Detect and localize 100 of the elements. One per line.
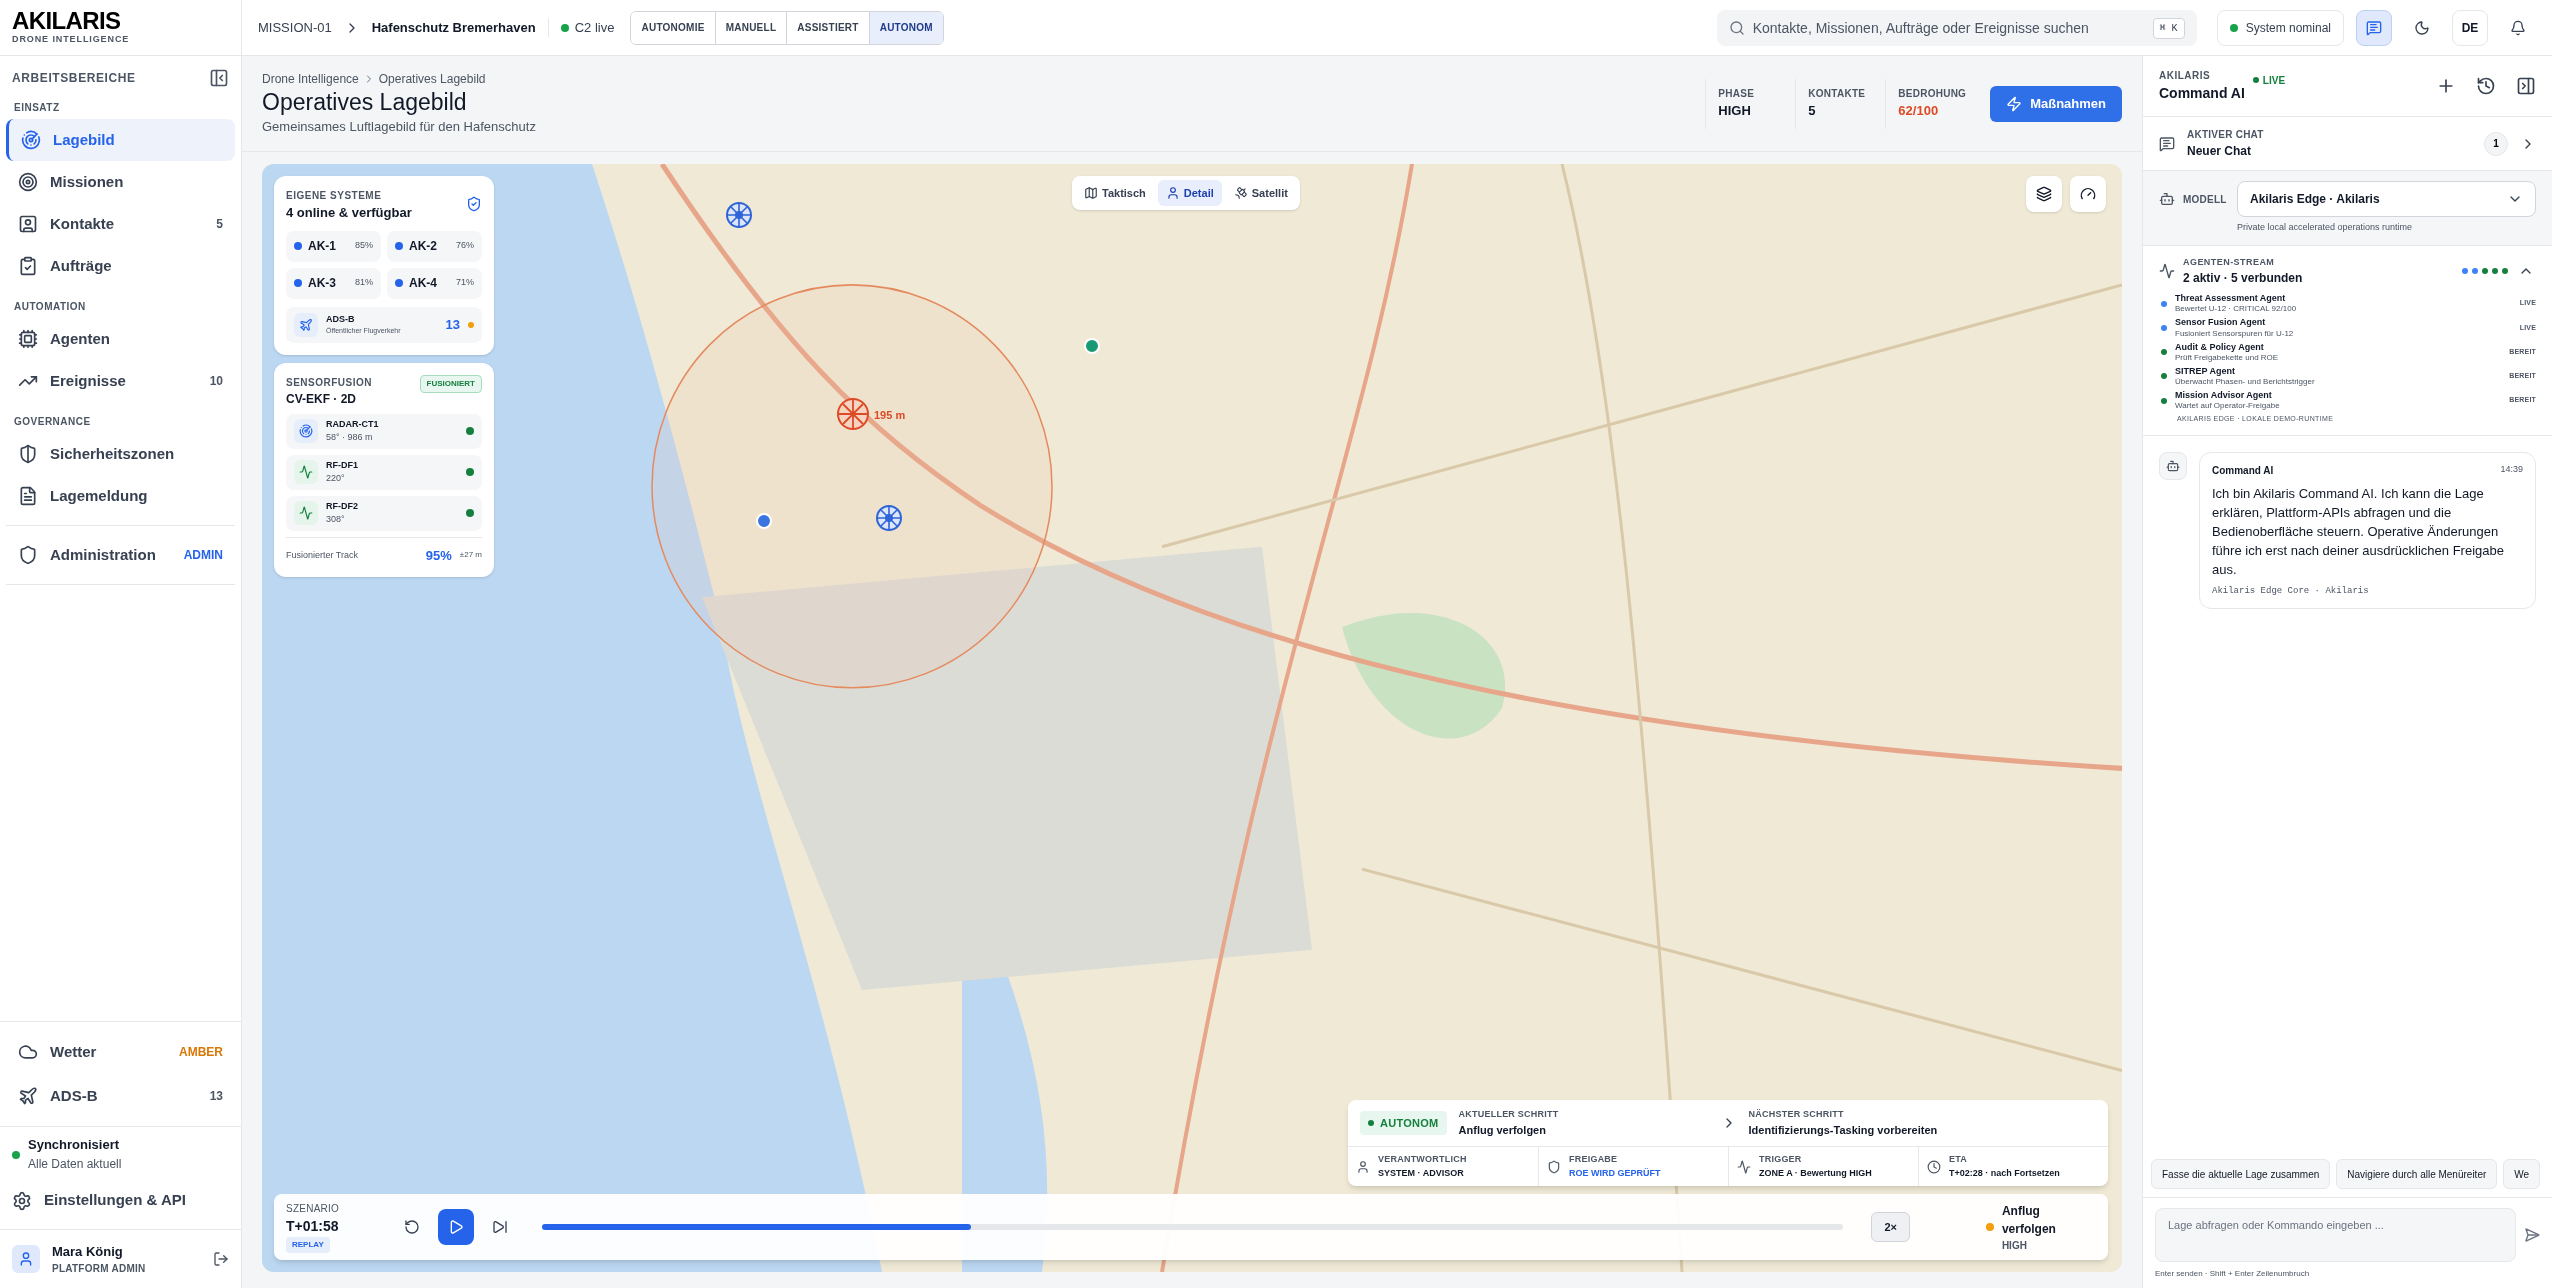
detail-label: VERANTWORTLICH <box>1378 1153 1467 1166</box>
drone-name: AK-1 <box>308 238 337 255</box>
bot-glyph-icon <box>2166 458 2180 473</box>
nav-icon <box>18 256 38 276</box>
mode-badge: AUTONOM <box>1360 1110 1447 1136</box>
drone-battery: 85% <box>355 239 373 253</box>
play-button[interactable] <box>438 1209 474 1245</box>
sidebar-item[interactable]: Wetter AMBER <box>6 1030 235 1074</box>
replay-badge: REPLAY <box>286 1237 330 1253</box>
model-select[interactable]: Akilaris Edge · Akilaris <box>2237 181 2536 217</box>
mission-name: Hafenschutz Bremerhaven <box>371 18 536 37</box>
threat-marker[interactable] <box>836 397 870 431</box>
sidebar-item[interactable]: Aufträge <box>6 245 235 287</box>
sidebar-item[interactable]: Lagebild <box>6 119 235 161</box>
sidebar-item[interactable]: ADS-B 13 <box>6 1074 235 1118</box>
mode-tab[interactable]: AUTONOM <box>868 11 943 44</box>
settings-item[interactable]: Einstellungen & API <box>12 1180 229 1221</box>
assistant-title: Command AI <box>2159 84 2245 103</box>
history-icon[interactable] <box>2476 76 2496 96</box>
close-panel-icon[interactable] <box>2516 76 2536 96</box>
next-step: Identifizierungs-Tasking vorbereiten <box>1748 1121 1938 1138</box>
breadcrumb-item[interactable]: Drone Intelligence <box>262 70 359 89</box>
layers-button[interactable] <box>2026 176 2062 212</box>
nav-icon <box>18 1042 38 1062</box>
timeline-track[interactable] <box>542 1224 1844 1230</box>
scenario-label: SZENARIO <box>286 1202 341 1216</box>
detail-icon <box>1547 1159 1561 1174</box>
sensor-row[interactable]: RADAR-CT1 58° · 986 m <box>286 413 482 449</box>
sensor-row[interactable]: RF-DF2 308° <box>286 495 482 531</box>
system-label: System nominal <box>2245 19 2331 37</box>
sensor-name: RF-DF2 <box>326 499 359 513</box>
restart-icon <box>404 1219 420 1235</box>
send-icon[interactable] <box>2524 1227 2540 1243</box>
drone-chip[interactable]: AK-4 71% <box>387 267 482 299</box>
stat-label: PHASE <box>1718 87 1756 102</box>
link-status: C2 live <box>574 18 615 37</box>
radar-glyph-icon <box>299 424 313 438</box>
assistant-brand: AKILARIS <box>2159 69 2212 83</box>
step-label: AKTUELLER SCHRITT <box>1458 1108 1560 1121</box>
layers-icon <box>2036 186 2052 202</box>
view-icon <box>1165 186 1180 200</box>
sidebar-item[interactable]: Missionen <box>6 161 235 203</box>
chat-button[interactable] <box>2356 9 2392 46</box>
view-tab[interactable]: Detail <box>1157 180 1222 206</box>
suggestion-chip[interactable]: Fasse die aktuelle Lage zusammen <box>2151 1159 2331 1189</box>
sidebar-item[interactable]: Agenten <box>6 318 235 360</box>
status-badge: FUSIONIERT <box>419 374 482 393</box>
nav-count: 10 <box>209 373 223 390</box>
detail-label: TRIGGER <box>1759 1153 1803 1166</box>
agent-task: Prüft Freigabekette und ROE <box>2175 352 2280 363</box>
chat-icon <box>2366 19 2382 36</box>
speed-button[interactable]: 2× <box>1871 1212 1910 1242</box>
page-subtitle: Gemeinsames Luftlagebild für den Hafenschutz <box>262 118 537 137</box>
sidebar-item[interactable]: Ereignisse 10 <box>6 360 235 402</box>
settings-icon <box>12 1190 32 1211</box>
sensor-row[interactable]: RF-DF1 220° <box>286 454 482 490</box>
drone-chip[interactable]: AK-1 85% <box>286 230 381 262</box>
logout-icon[interactable] <box>213 1250 229 1267</box>
user-role: PLATFORM ADMIN <box>52 1262 147 1276</box>
bell-icon <box>2510 19 2526 36</box>
drone-chip[interactable]: AK-2 76% <box>387 230 482 262</box>
detail-value: ROE WIRD GEPRÜFT <box>1569 1166 1661 1180</box>
suggestion-chip[interactable]: Navigiere durch alle Menüreiter <box>2336 1159 2498 1189</box>
sidebar-item[interactable]: Kontakte 5 <box>6 203 235 245</box>
plane-glyph-icon <box>299 317 313 332</box>
scenario-severity: HIGH <box>2001 1238 2028 1253</box>
suggestion-chip[interactable]: We <box>2503 1159 2541 1189</box>
detail-icon <box>1356 1159 1370 1174</box>
sidebar-item[interactable]: Sicherheitszonen <box>6 433 235 475</box>
nav-icon <box>18 1086 38 1106</box>
gauge-button[interactable] <box>2070 176 2106 212</box>
breadcrumb-item[interactable]: Operatives Lagebild <box>378 70 486 89</box>
brand-logo: AKILARIS <box>12 8 122 33</box>
brand-tagline: DRONE INTELLIGENCE <box>12 32 131 46</box>
sensor-name: RF-DF1 <box>326 458 359 472</box>
language-button[interactable]: DE <box>2452 9 2488 46</box>
search-icon <box>1728 19 1745 36</box>
drone-battery: 76% <box>456 239 474 253</box>
track-label: Fusionierter Track <box>286 548 360 562</box>
drone-chip[interactable]: AK-3 81% <box>286 267 381 299</box>
scenario-status: Anflug verfolgen <box>2001 1202 2057 1238</box>
detail-value: T+02:28 · nach Fortsetzen <box>1949 1166 2060 1180</box>
view-tab[interactable]: Taktisch <box>1076 180 1154 206</box>
stream-summary: 2 aktiv · 5 verbunden <box>2183 270 2304 287</box>
page-title: Operatives Lagebild <box>262 88 468 118</box>
track-value: 95% <box>425 546 452 565</box>
stat-label: BEDROHUNG <box>1898 87 1967 102</box>
agent-task: Fusioniert Sensorspuren für U-12 <box>2175 328 2295 339</box>
user-icon <box>18 1250 34 1267</box>
nav-icon <box>18 329 38 349</box>
sidebar-item[interactable]: Lagemeldung <box>6 475 235 517</box>
actions-button[interactable]: Maßnahmen <box>1990 85 2122 122</box>
command-input[interactable]: Lage abfragen oder Kommando eingeben ... <box>2155 1208 2516 1262</box>
pulse-icon <box>299 506 313 520</box>
stream-label: AGENTEN-STREAM <box>2183 255 2276 269</box>
view-tab[interactable]: Satellit <box>1225 180 1296 206</box>
sync-subtitle: Alle Daten aktuell <box>28 1155 122 1173</box>
sidebar-item[interactable]: Administration ADMIN <box>6 534 235 576</box>
collapse-icon[interactable] <box>209 68 229 88</box>
detail-icon <box>1927 1159 1941 1174</box>
